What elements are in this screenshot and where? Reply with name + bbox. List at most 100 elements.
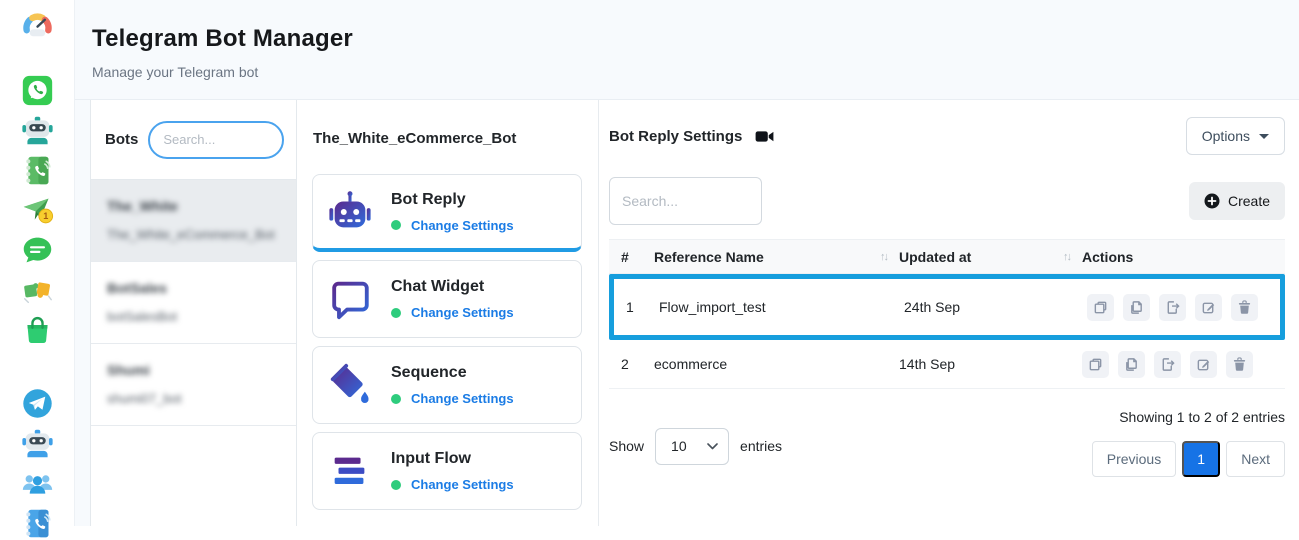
edit-icon bbox=[1201, 300, 1216, 315]
bot-item-username: The_White_eCommerce_Bot bbox=[107, 226, 280, 245]
selected-bot-name: The_White_eCommerce_Bot bbox=[313, 130, 582, 147]
row-updated-at: 14th Sep bbox=[899, 356, 1082, 372]
row-reference-name: ecommerce bbox=[654, 356, 899, 372]
menu-card-label: Bot Reply bbox=[391, 191, 514, 209]
table-row[interactable]: 2 ecommerce 14th Sep bbox=[609, 340, 1285, 389]
contacts-green-icon[interactable] bbox=[21, 154, 54, 187]
export-button[interactable] bbox=[1159, 294, 1186, 321]
sort-icon[interactable]: ↑↓ bbox=[880, 251, 887, 263]
row-updated-at: 24th Sep bbox=[904, 299, 1087, 315]
sort-icon[interactable]: ↑↓ bbox=[1063, 251, 1070, 263]
table-search-input[interactable] bbox=[609, 177, 762, 225]
bot-item-username: botSalesBot bbox=[107, 308, 280, 327]
column-header-num: # bbox=[609, 249, 654, 265]
duplicate-button[interactable] bbox=[1082, 351, 1109, 378]
row-reference-name: Flow_import_test bbox=[659, 299, 904, 315]
bot-item-username: shumi07_bot bbox=[107, 390, 280, 409]
export-button[interactable] bbox=[1154, 351, 1181, 378]
copy-button[interactable] bbox=[1123, 294, 1150, 321]
chevron-down-icon bbox=[707, 443, 718, 450]
page-subtitle: Manage your Telegram bot bbox=[92, 64, 1299, 80]
column-header-reference-name[interactable]: Reference Name ↑↓ bbox=[654, 249, 899, 265]
left-gutter bbox=[75, 100, 90, 526]
column-header-updated-at[interactable]: Updated at ↑↓ bbox=[899, 249, 1082, 265]
bot-reply-robot-icon bbox=[327, 189, 373, 235]
plus-circle-icon bbox=[1204, 193, 1220, 209]
contacts-blue-icon[interactable] bbox=[21, 507, 54, 540]
status-dot-icon bbox=[391, 308, 401, 318]
entries-label: entries bbox=[740, 438, 782, 454]
edit-icon bbox=[1196, 357, 1211, 372]
duplicate-icon bbox=[1093, 300, 1108, 315]
options-button[interactable]: Options bbox=[1186, 117, 1285, 155]
show-label: Show bbox=[609, 438, 644, 454]
copy-icon bbox=[1124, 357, 1139, 372]
menu-card-text: Bot Reply Change Settings bbox=[391, 191, 514, 233]
bots-panel: Bots The_White The_White_eCommerce_Bot B… bbox=[90, 100, 297, 526]
robot-green-icon[interactable] bbox=[21, 114, 54, 147]
bot-item-title: BotSales bbox=[107, 280, 280, 296]
edit-button[interactable] bbox=[1195, 294, 1222, 321]
export-icon bbox=[1165, 300, 1180, 315]
table-header-row: # Reference Name ↑↓ Updated at ↑↓ Action… bbox=[609, 239, 1285, 274]
next-page-button[interactable]: Next bbox=[1226, 441, 1285, 477]
menu-card-label: Chat Widget bbox=[391, 278, 514, 296]
bots-search-input[interactable] bbox=[148, 121, 284, 159]
chat-green-icon[interactable] bbox=[21, 234, 54, 267]
options-button-label: Options bbox=[1202, 128, 1250, 144]
bot-item-title: Shumi bbox=[107, 362, 280, 378]
bot-list-item[interactable]: BotSales botSalesBot bbox=[91, 262, 296, 344]
campaign-plane-icon[interactable]: 1 bbox=[21, 194, 54, 227]
menu-card-text: Input Flow Change Settings bbox=[391, 450, 514, 492]
duplicate-icon bbox=[1088, 357, 1103, 372]
change-settings-link[interactable]: Change Settings bbox=[411, 391, 514, 406]
table-row-highlighted[interactable]: 1 Flow_import_test 24th Sep bbox=[609, 274, 1285, 340]
dashboard-gauge-icon[interactable] bbox=[21, 11, 54, 44]
change-settings-link[interactable]: Change Settings bbox=[411, 218, 514, 233]
change-settings-link[interactable]: Change Settings bbox=[411, 477, 514, 492]
bot-list-item-selected[interactable]: The_White The_White_eCommerce_Bot bbox=[91, 180, 296, 262]
group-blue-icon[interactable] bbox=[21, 467, 54, 500]
chevron-down-icon bbox=[1259, 134, 1269, 139]
delete-button[interactable] bbox=[1226, 351, 1253, 378]
previous-page-button[interactable]: Previous bbox=[1092, 441, 1176, 477]
pagination: Previous 1 Next bbox=[1092, 441, 1285, 477]
copy-button[interactable] bbox=[1118, 351, 1145, 378]
menu-card-bot-reply[interactable]: Bot Reply Change Settings bbox=[312, 174, 582, 252]
bot-item-title: The_White bbox=[107, 198, 280, 214]
status-dot-icon bbox=[391, 394, 401, 404]
column-header-label: Updated at bbox=[899, 249, 971, 265]
menu-card-sequence[interactable]: Sequence Change Settings bbox=[312, 346, 582, 424]
delete-button[interactable] bbox=[1231, 294, 1258, 321]
duplicate-button[interactable] bbox=[1087, 294, 1114, 321]
menu-card-text: Sequence Change Settings bbox=[391, 364, 514, 406]
sequence-paint-bucket-icon bbox=[327, 362, 373, 408]
showing-entries-text: Showing 1 to 2 of 2 entries bbox=[1119, 409, 1285, 425]
shop-bag-icon[interactable] bbox=[21, 314, 54, 347]
menu-card-input-flow[interactable]: Input Flow Change Settings bbox=[312, 432, 582, 510]
current-page-button[interactable]: 1 bbox=[1182, 441, 1220, 477]
integrations-puzzle-icon[interactable] bbox=[21, 274, 54, 307]
menu-card-label: Sequence bbox=[391, 364, 514, 382]
create-button[interactable]: Create bbox=[1189, 182, 1285, 220]
page-size-select[interactable]: 10 bbox=[655, 428, 729, 465]
page-size-value: 10 bbox=[671, 438, 687, 454]
whatsapp-icon[interactable] bbox=[21, 74, 54, 107]
export-icon bbox=[1160, 357, 1175, 372]
row-actions bbox=[1087, 294, 1280, 321]
content-area: Bots The_White The_White_eCommerce_Bot B… bbox=[75, 100, 1299, 526]
menu-card-label: Input Flow bbox=[391, 450, 514, 468]
bot-list-item[interactable]: Shumi shumi07_bot bbox=[91, 344, 296, 426]
svg-text:1: 1 bbox=[43, 211, 48, 221]
telegram-icon[interactable] bbox=[21, 387, 54, 420]
menu-card-chat-widget[interactable]: Chat Widget Change Settings bbox=[312, 260, 582, 338]
chat-widget-bubble-icon bbox=[327, 276, 373, 322]
change-settings-link[interactable]: Change Settings bbox=[411, 305, 514, 320]
robot-blue-icon[interactable] bbox=[21, 427, 54, 460]
edit-button[interactable] bbox=[1190, 351, 1217, 378]
input-flow-bars-icon bbox=[327, 448, 373, 494]
panel-title: Bot Reply Settings bbox=[609, 128, 742, 145]
main-area: Telegram Bot Manager Manage your Telegra… bbox=[75, 0, 1299, 526]
video-camera-icon[interactable] bbox=[755, 129, 774, 144]
row-number: 2 bbox=[609, 356, 654, 372]
